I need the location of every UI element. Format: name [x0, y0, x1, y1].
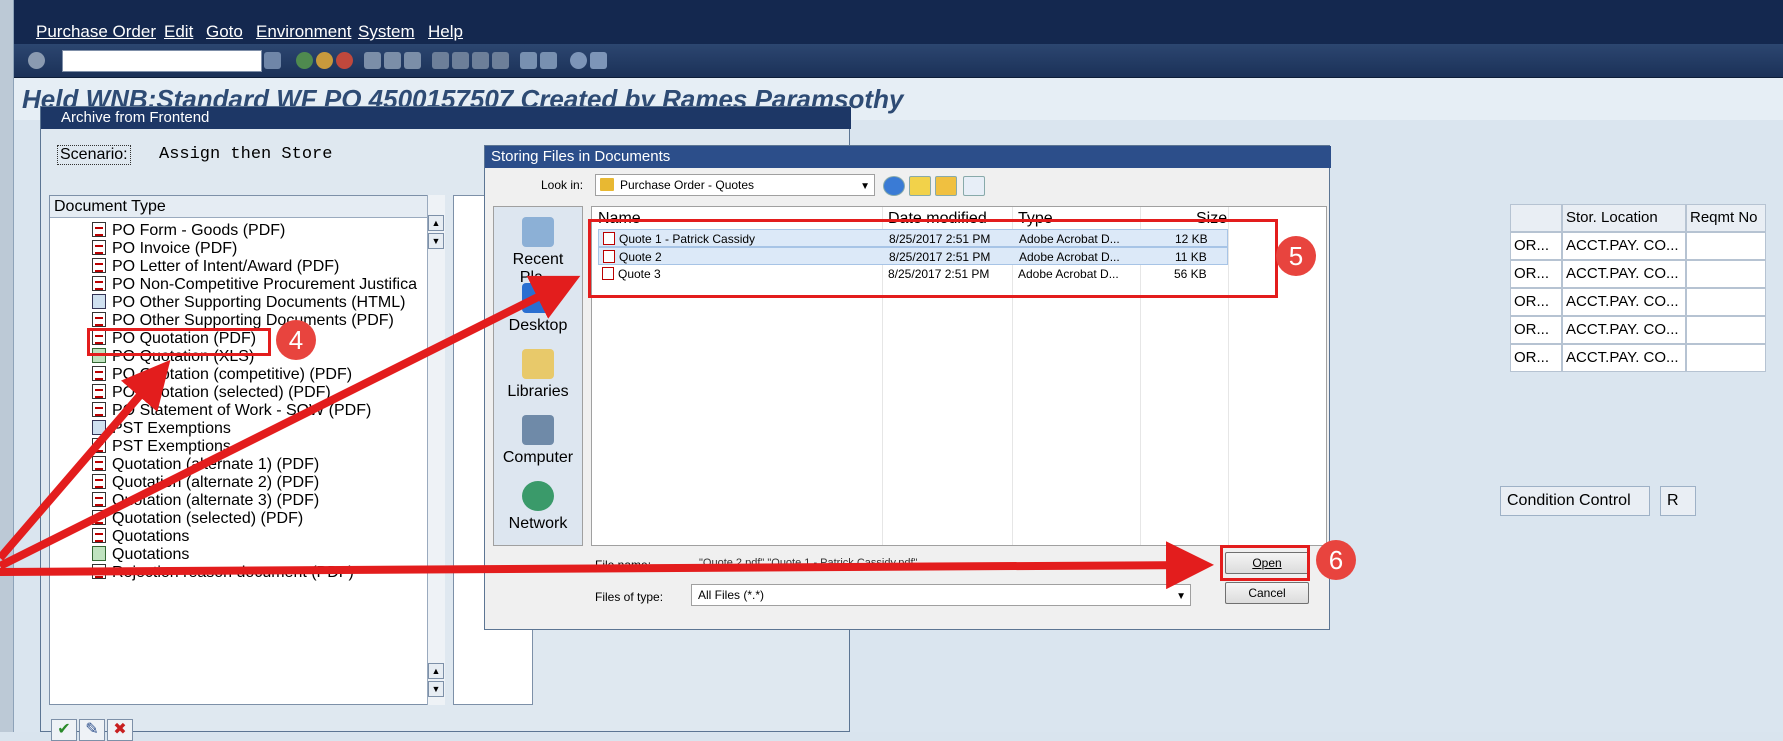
arrow-to-selected-files: [0, 275, 581, 570]
annotation-arrows: [0, 275, 1214, 590]
arrow-to-open-button: [0, 541, 1214, 590]
